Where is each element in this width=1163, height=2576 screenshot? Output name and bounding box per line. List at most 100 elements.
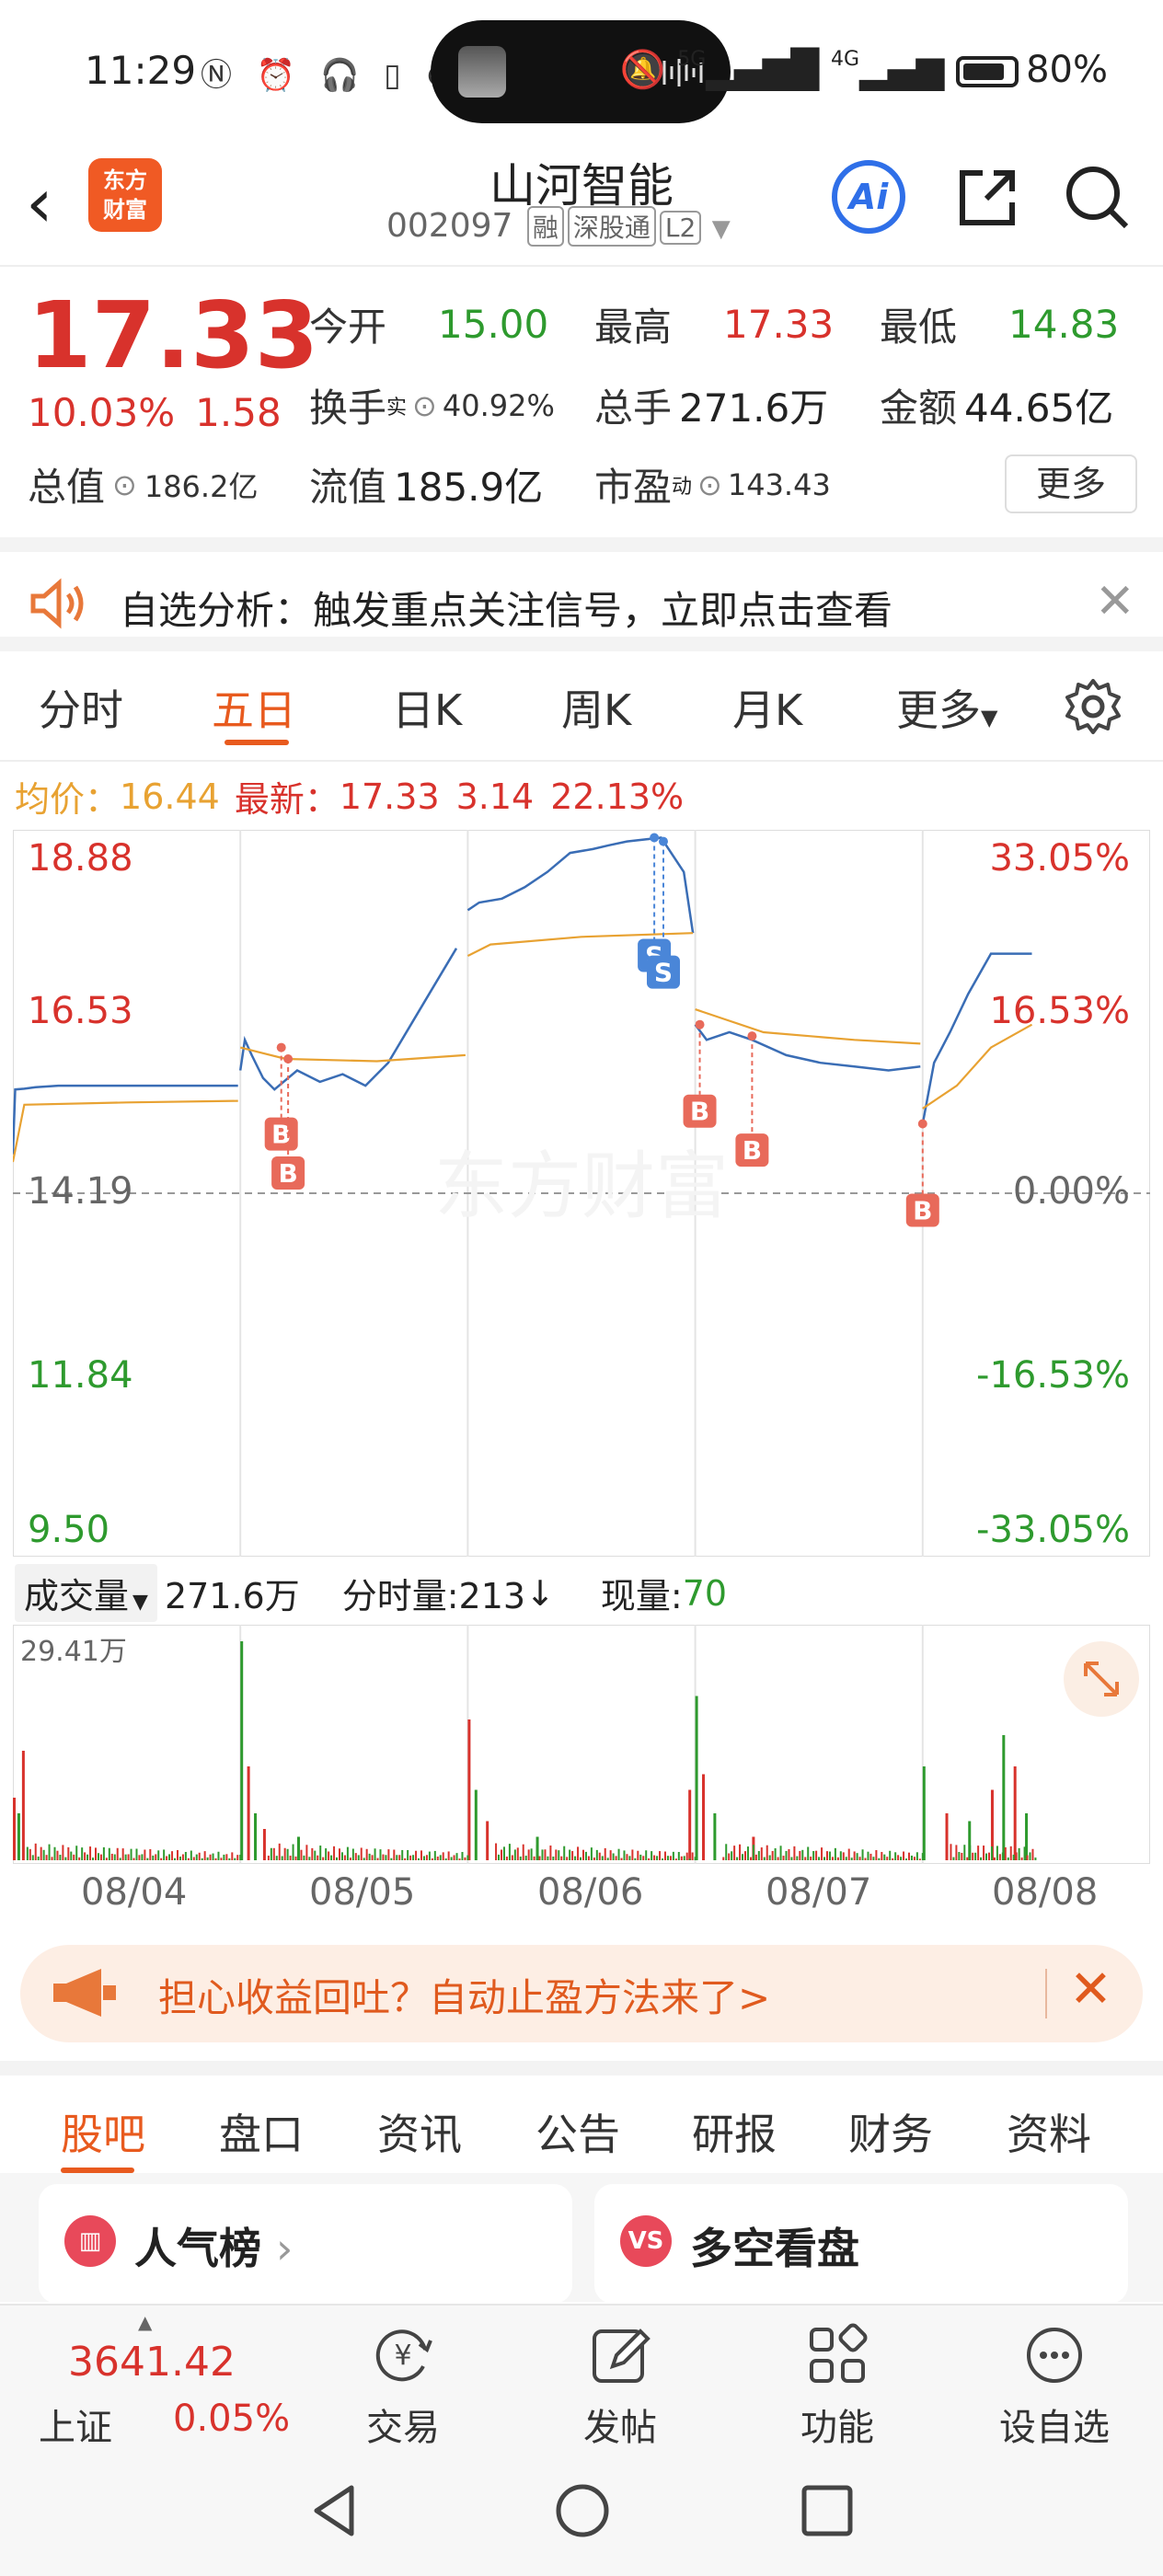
tab-profile[interactable]: 资料 [1007, 2101, 1091, 2162]
margin-tag: 融 [526, 206, 564, 247]
volume-bar [1004, 1846, 1007, 1860]
tab-monthly-k[interactable]: 月K [732, 677, 802, 738]
share-icon[interactable] [951, 160, 1025, 234]
tab-financials[interactable]: 财务 [848, 2101, 933, 2162]
more-button[interactable]: 更多 [1005, 454, 1137, 513]
turnover-field[interactable]: 换手 实 ⊙ 40.92% [309, 377, 555, 433]
volume-bar [713, 1812, 717, 1860]
tab-orderbook[interactable]: 盘口 [219, 2101, 304, 2162]
marker-label: B [690, 1097, 709, 1127]
volume-bar [376, 1857, 379, 1860]
tab-intraday[interactable]: 分时 [39, 677, 123, 738]
latest-change: 3.14 [455, 776, 535, 817]
volume-bar [343, 1855, 346, 1860]
volume-bar [105, 1857, 108, 1860]
volume-bar [685, 1852, 688, 1860]
mktcap-field[interactable]: 总值 ⊙ 186.2亿 [28, 456, 258, 512]
volume-value: 271.6万 [679, 385, 829, 431]
volume-bar [267, 1856, 270, 1860]
tab-announcements[interactable]: 公告 [535, 2101, 620, 2162]
volume-bar [34, 1843, 37, 1860]
marker-label: B [913, 1196, 932, 1226]
price-line [11, 836, 1032, 1155]
volume-bar [368, 1853, 371, 1860]
tab-five-day[interactable]: 五日 [212, 677, 296, 738]
nav-back-icon[interactable] [304, 2478, 368, 2543]
trade-button[interactable]: ¥ 交易 [329, 2322, 477, 2451]
volume-selector[interactable]: 成交量 ▼ [15, 1564, 157, 1622]
volume-bar [569, 1849, 571, 1860]
volume-bar [333, 1846, 336, 1860]
volume-bar [731, 1851, 733, 1860]
volume-bar [881, 1851, 883, 1860]
tab-more[interactable]: 更多▼ [896, 677, 997, 738]
low-label: 最低 [880, 305, 958, 350]
tab-weekly-k[interactable]: 周K [561, 677, 631, 738]
tab-news[interactable]: 资讯 [377, 2101, 462, 2162]
volume-bar [768, 1855, 771, 1860]
volume-bar [680, 1856, 683, 1860]
volume-bar [127, 1854, 130, 1860]
volume-bar [834, 1847, 836, 1860]
speaker-icon [30, 578, 84, 629]
volume-bar [108, 1847, 110, 1860]
gear-icon[interactable] [1064, 677, 1123, 736]
volume-bar [950, 1844, 952, 1860]
change-pct: 10.03% [28, 390, 176, 435]
back-icon[interactable]: ‹ [26, 164, 53, 243]
volume-bar [214, 1857, 217, 1860]
volume-bar [677, 1851, 680, 1860]
volume-bar [903, 1851, 905, 1860]
volume-bar [749, 1857, 752, 1860]
volume-bar [187, 1857, 190, 1860]
volume-bar [121, 1848, 124, 1860]
stock-code-row[interactable]: 002097 融深股通 L2 ▼ [386, 206, 731, 247]
popularity-card[interactable]: ▥ 人气榜 › [39, 2184, 572, 2304]
caret-down-icon: ▼ [981, 705, 998, 730]
volume-bar [455, 1853, 458, 1860]
volume-bar [283, 1847, 286, 1860]
search-icon[interactable] [1060, 160, 1134, 234]
volume-bar [590, 1847, 593, 1860]
volume-bar [604, 1847, 606, 1860]
active-tab-indicator [225, 740, 289, 745]
volume-bar [247, 1765, 250, 1860]
bull-bear-card[interactable]: VS 多空看盘 [594, 2184, 1128, 2304]
post-button[interactable]: 发帖 [547, 2322, 694, 2451]
volume-bar [864, 1857, 867, 1860]
volume-bar [861, 1849, 864, 1860]
high-field: 最高 17.33 [594, 296, 834, 352]
promo-banner[interactable]: 担心收益回吐？自动止盈方法来了> ✕ [20, 1945, 1143, 2042]
volume-bar [645, 1850, 648, 1860]
tab-research[interactable]: 研报 [692, 2101, 777, 2162]
mute-icon: 🔕 [619, 49, 666, 91]
volume-bar [92, 1857, 95, 1860]
expand-button[interactable] [1064, 1641, 1139, 1717]
pe-field[interactable]: 市盈 动 ⊙ 143.43 [594, 456, 831, 512]
functions-button[interactable]: 功能 [764, 2322, 911, 2451]
volume-bar [240, 1640, 244, 1860]
volume-chart[interactable] [12, 1624, 1151, 1865]
volume-bar [300, 1849, 303, 1860]
volume-bar [825, 1851, 828, 1860]
tab-forum[interactable]: 股吧 [61, 2101, 145, 2162]
caret-up-icon: ▲ [138, 2311, 153, 2333]
volume-bar [75, 1846, 78, 1860]
close-icon[interactable]: ✕ [1095, 574, 1135, 629]
tab-daily-k[interactable]: 日K [392, 677, 462, 738]
volume-bar [212, 1853, 214, 1860]
ai-button[interactable]: Ai [832, 160, 905, 234]
volume-bar [785, 1850, 788, 1860]
signal-bars-icon-2: ▂▄▆ [859, 49, 945, 91]
volume-bar [163, 1849, 166, 1860]
nav-home-icon[interactable] [550, 2478, 615, 2543]
volume-bar [736, 1857, 739, 1860]
signal-banner[interactable]: 自选分析：触发重点关注信号，立即点击查看 ✕ [0, 537, 1163, 651]
volume-bar [966, 1857, 969, 1860]
volume-bar [875, 1850, 878, 1860]
close-icon[interactable]: ✕ [1069, 1960, 1112, 2019]
add-watchlist-button[interactable]: 设自选 [981, 2322, 1128, 2451]
price-chart[interactable]: 东方财富BBSSBBB 18.88 16.53 14.19 11.84 9.50… [11, 829, 1151, 1558]
volume-bar [828, 1851, 831, 1860]
nav-recents-icon[interactable] [795, 2478, 859, 2543]
